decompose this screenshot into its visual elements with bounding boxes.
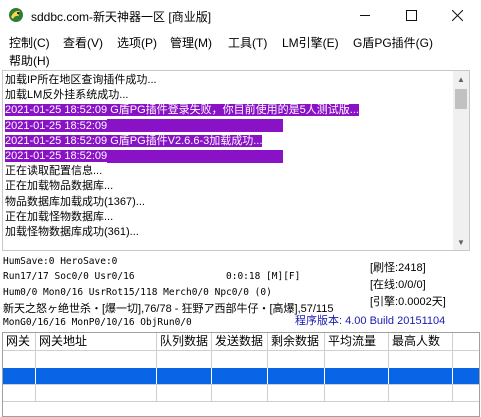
event-status: 新天之怒ヶ绝世杀・[爆一切],76/78 - 狂野ア西部牛仔・[高爆],57/1… — [3, 303, 334, 315]
timer-status: 0:0:18 [M][F] — [226, 271, 301, 282]
menu-lm-engine[interactable]: LM引擎(E) — [280, 34, 341, 51]
log-line: 正在加载物品数据库... — [5, 180, 114, 193]
online-count: [在线:0/0/0] — [370, 279, 426, 291]
log-panel[interactable]: 加载IP所在地区查询插件成功... 加载LM反外挂系统成功... 2021-01… — [2, 70, 470, 251]
mon-status: MonG0/16/16 MonP0/10/16 ObjRun0/0 — [3, 317, 192, 328]
menu-gdun-plugin[interactable]: G盾PG插件(G) — [351, 34, 435, 51]
close-icon — [451, 10, 463, 21]
gate-table-header: 网关 网关地址 队列数据 发送数据 剩余数据 平均流量 最高人数 — [3, 333, 479, 351]
log-lines: 加载IP所在地区查询插件成功... 加载LM反外挂系统成功... 2021-01… — [3, 73, 455, 240]
status-area: HumSave:0 HeroSave:0 Run17/17 Soc0/0 Usr… — [0, 253, 481, 333]
log-line: 加载怪物数据库成功(361)... — [5, 225, 139, 238]
menu-control[interactable]: 控制(C) — [7, 34, 52, 51]
log-line: 正在读取配置信息... — [5, 165, 103, 178]
window-title: sddbc.com-新天神器一区 [商业版] — [31, 10, 212, 24]
dragon-app-icon — [9, 8, 23, 22]
log-line-highlighted: 2021-01-25 18:52:09 — [3, 119, 455, 134]
hum-save-status: HumSave:0 HeroSave:0 — [3, 256, 118, 267]
menu-options[interactable]: 选项(P) — [115, 34, 159, 51]
scroll-thumb[interactable] — [455, 89, 467, 109]
log-line-highlighted: 2021-01-25 18:52:09 G盾PG插件登录失败，你目前使用的是5人… — [5, 104, 359, 117]
table-row-selected[interactable] — [3, 368, 479, 385]
col-gate[interactable]: 网关 — [3, 333, 36, 351]
row-divider — [3, 401, 479, 402]
row-divider — [3, 384, 479, 385]
scroll-up-icon[interactable]: ▲ — [453, 71, 469, 87]
maximize-button[interactable] — [388, 0, 434, 31]
run-status: Run17/17 Soc0/0 Usr0/16 — [3, 271, 135, 282]
menu-tools[interactable]: 工具(T) — [226, 34, 269, 51]
table-row[interactable] — [3, 385, 479, 402]
menu-manage[interactable]: 管理(M) — [168, 34, 214, 51]
minimize-icon — [359, 15, 370, 16]
log-line: 物品数据库加载成功(1367)... — [5, 195, 145, 208]
log-line-highlighted: 2021-01-25 18:52:09 G盾PG插件V2.6.6-3加载成功..… — [5, 134, 263, 147]
col-max-users[interactable]: 最高人数 — [389, 333, 453, 351]
col-sent-data[interactable]: 发送数据 — [212, 333, 268, 351]
menu-help[interactable]: 帮助(H) — [7, 52, 52, 69]
close-button[interactable] — [434, 0, 480, 31]
gate-table[interactable]: 网关 网关地址 队列数据 发送数据 剩余数据 平均流量 最高人数 — [2, 332, 480, 417]
log-line-highlighted: 2021-01-25 18:52:09 — [3, 149, 455, 164]
engine-ratio: [引擎:0.0002天] — [370, 296, 446, 308]
col-queue-data[interactable]: 队列数据 — [157, 333, 212, 351]
table-row[interactable] — [3, 351, 479, 368]
log-line: 加载IP所在地区查询插件成功... — [5, 74, 157, 86]
hum-status: Hum0/0 Mon0/16 UsrRot15/118 Merch0/0 Npc… — [3, 287, 272, 298]
maximize-icon — [405, 10, 417, 21]
log-line: 加载LM反外挂系统成功... — [5, 89, 129, 102]
col-remaining-data[interactable]: 剩余数据 — [268, 333, 325, 351]
minimize-button[interactable] — [342, 0, 388, 31]
col-avg-traffic[interactable]: 平均流量 — [325, 333, 389, 351]
program-version: 程序版本: 4.00 Build 20151104 — [295, 315, 446, 327]
log-line: 正在加载怪物数据库... — [5, 210, 114, 223]
log-scrollbar[interactable]: ▲ ▼ — [453, 71, 469, 250]
col-gate-address[interactable]: 网关地址 — [36, 333, 157, 351]
title-bar: sddbc.com-新天神器一区 [商业版] — [0, 0, 481, 31]
scroll-down-icon[interactable]: ▼ — [453, 234, 469, 250]
menu-bar: 控制(C) 查看(V) 选项(P) 管理(M) 工具(T) LM引擎(E) G盾… — [0, 31, 481, 69]
menu-view[interactable]: 查看(V) — [61, 34, 105, 51]
refresh-monster-count: [刷怪:2418] — [370, 262, 426, 274]
